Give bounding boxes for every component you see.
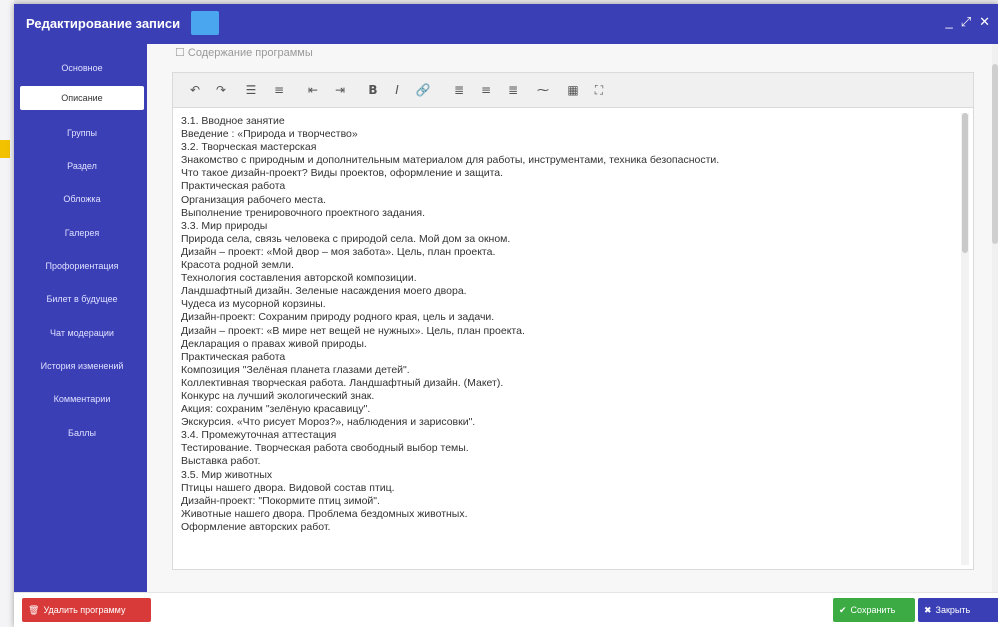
editor-line: Ландшафтный дизайн. Зеленые насаждения м… [181,285,467,298]
sidebar-item-gallery[interactable]: Галерея [20,221,144,245]
bulleted-list-icon[interactable]: ☰ [241,81,261,99]
section-label: ☐ Содержание программы [175,47,313,59]
editor-line: Акция: сохраним "зелёную красавицу". [181,403,371,416]
editor-line: 3.3. Мир природы [181,219,268,232]
editor-line: Декларация о правах живой природы. [181,337,367,350]
editor-scroll-thumb[interactable] [962,113,968,253]
page-backdrop [0,0,14,627]
align-right-icon[interactable]: ≣ [503,81,523,99]
check-icon: ✔ [839,605,847,615]
editor-line: Выставка работ. [181,455,261,468]
sidebar-item-ticket-to-future[interactable]: Билет в будущее [20,287,144,311]
editor-line: Природа села, связь человека с природой … [181,232,511,245]
editor-line: Коллективная творческая работа. Ландшафт… [181,376,504,389]
editor-line: Дизайн – проект: «Мой двор – моя забота»… [181,245,496,258]
trash-icon: 🗑 [28,605,40,615]
bold-icon[interactable]: B [363,81,383,99]
editor-line: Практическая работа [181,180,286,193]
dialog-scroll-thumb[interactable] [992,64,998,244]
rich-text-editor: ↶ ↷ ☰ ≡ ⇤ ⇥ B I 🔗 ≣ ≡ ≣ ⁓ ▦ ⛶ 3.1. Вводн… [172,72,974,570]
editor-line: 3.5. Мир животных [181,468,273,481]
dialog-scrollbar[interactable] [992,44,998,592]
sidebar-item-main[interactable]: Основное [20,56,144,80]
undo-icon[interactable]: ↶ [185,81,205,99]
sidebar-item-moderation-chat[interactable]: Чат модерации [20,321,144,345]
sidebar-item-change-history[interactable]: История изменений [20,354,144,378]
editor-line: Композиция "Зелёная планета глазами дете… [181,363,410,376]
editor-line: Дизайн – проект: «В мире нет вещей не ну… [181,324,525,337]
editor-line: Чудеса из мусорной корзины. [181,298,326,311]
editor-line: Красота родной земли. [181,259,294,272]
table-icon[interactable]: ▦ [563,81,583,99]
save-label: Сохранить [850,605,896,615]
sidebar-item-cover[interactable]: Обложка [20,187,144,211]
dialog-footer: 🗑 Удалить программу ✔ Сохранить ✖ Закрыть [14,592,998,627]
dialog-titlebar: Редактирование записи _ ⤢ ✕ [14,4,998,44]
editor-line: Животные нашего двора. Проблема бездомны… [181,507,468,520]
close-button[interactable]: ✖ Закрыть [918,598,998,622]
maximize-icon[interactable]: ⤢ [961,14,971,30]
editor-line: Выполнение тренировочного проектного зад… [181,206,426,219]
editor-line: 3.2. Творческая мастерская [181,141,317,154]
editor-line: Тестирование. Творческая работа свободны… [181,442,469,455]
save-button[interactable]: ✔ Сохранить [833,598,915,622]
editor-line: 3.1. Вводное занятие [181,115,285,127]
edit-record-dialog: Редактирование записи _ ⤢ ✕ Основное Опи… [14,4,998,627]
dialog-title: Редактирование записи [26,16,181,31]
outdent-icon[interactable]: ⇤ [303,81,323,99]
align-left-icon[interactable]: ≣ [449,81,469,99]
sidebar-item-comments[interactable]: Комментарии [20,387,144,411]
editor-line: Птицы нашего двора. Видовой состав птиц. [181,481,395,494]
editor-line: 3.4. Промежуточная аттестация [181,429,337,442]
fullscreen-icon[interactable]: ⛶ [589,81,609,99]
editor-line: Дизайн-проект: "Покормите птиц зимой". [181,494,380,507]
redo-icon[interactable]: ↷ [211,81,231,99]
editor-line: Что такое дизайн-проект? Виды проектов, … [181,167,504,180]
editor-line: Организация рабочего места. [181,193,326,206]
editor-scrollbar[interactable] [961,113,969,565]
minimize-icon[interactable]: _ [945,14,952,30]
delete-program-button[interactable]: 🗑 Удалить программу [22,598,151,622]
sidebar-item-groups[interactable]: Группы [20,121,144,145]
editor-toolbar: ↶ ↷ ☰ ≡ ⇤ ⇥ B I 🔗 ≣ ≡ ≣ ⁓ ▦ ⛶ [173,73,973,108]
main-content: ☐ Содержание программы ↶ ↷ ☰ ≡ ⇤ ⇥ B I 🔗… [147,44,992,592]
sidebar-item-description[interactable]: Описание [20,86,144,110]
editor-line: Введение : «Природа и творчество» [181,128,358,141]
editor-line: Конкурс на лучший экологический знак. [181,389,375,402]
align-center-icon[interactable]: ≡ [476,81,496,99]
sidebar-item-points[interactable]: Баллы [20,421,144,445]
editor-line: Экскурсия. «Что рисует Мороз?», наблюден… [181,416,476,429]
sidebar-item-section[interactable]: Раздел [20,154,144,178]
editor-line: Практическая работа [181,350,286,363]
link-icon[interactable]: 🔗 [413,81,433,99]
indent-icon[interactable]: ⇥ [330,81,350,99]
backdrop-marker [0,140,10,158]
title-badge [191,11,219,35]
close-icon[interactable]: ✕ [979,14,990,30]
numbered-list-icon[interactable]: ≡ [269,81,289,99]
editor-line: Технология составления авторской компози… [181,272,417,285]
editor-line: Знакомство с природным и дополнительным … [181,154,720,167]
sidebar: Основное Описание Группы Раздел Обложка … [14,44,147,592]
editor-line: Оформление авторских работ. [181,520,331,533]
editor-text-area[interactable]: 3.1. Вводное занятие Введение : «Природа… [181,115,951,565]
close-x-icon: ✖ [924,605,932,615]
italic-icon[interactable]: I [387,81,407,99]
sidebar-item-career-guidance[interactable]: Профориентация [20,254,144,278]
window-controls: _ ⤢ ✕ [945,14,990,30]
delete-program-label: Удалить программу [43,605,126,615]
unlink-icon[interactable]: ⁓ [533,81,553,99]
close-label: Закрыть [935,605,971,615]
editor-line: Дизайн-проект: Сохраним природу родного … [181,311,495,324]
